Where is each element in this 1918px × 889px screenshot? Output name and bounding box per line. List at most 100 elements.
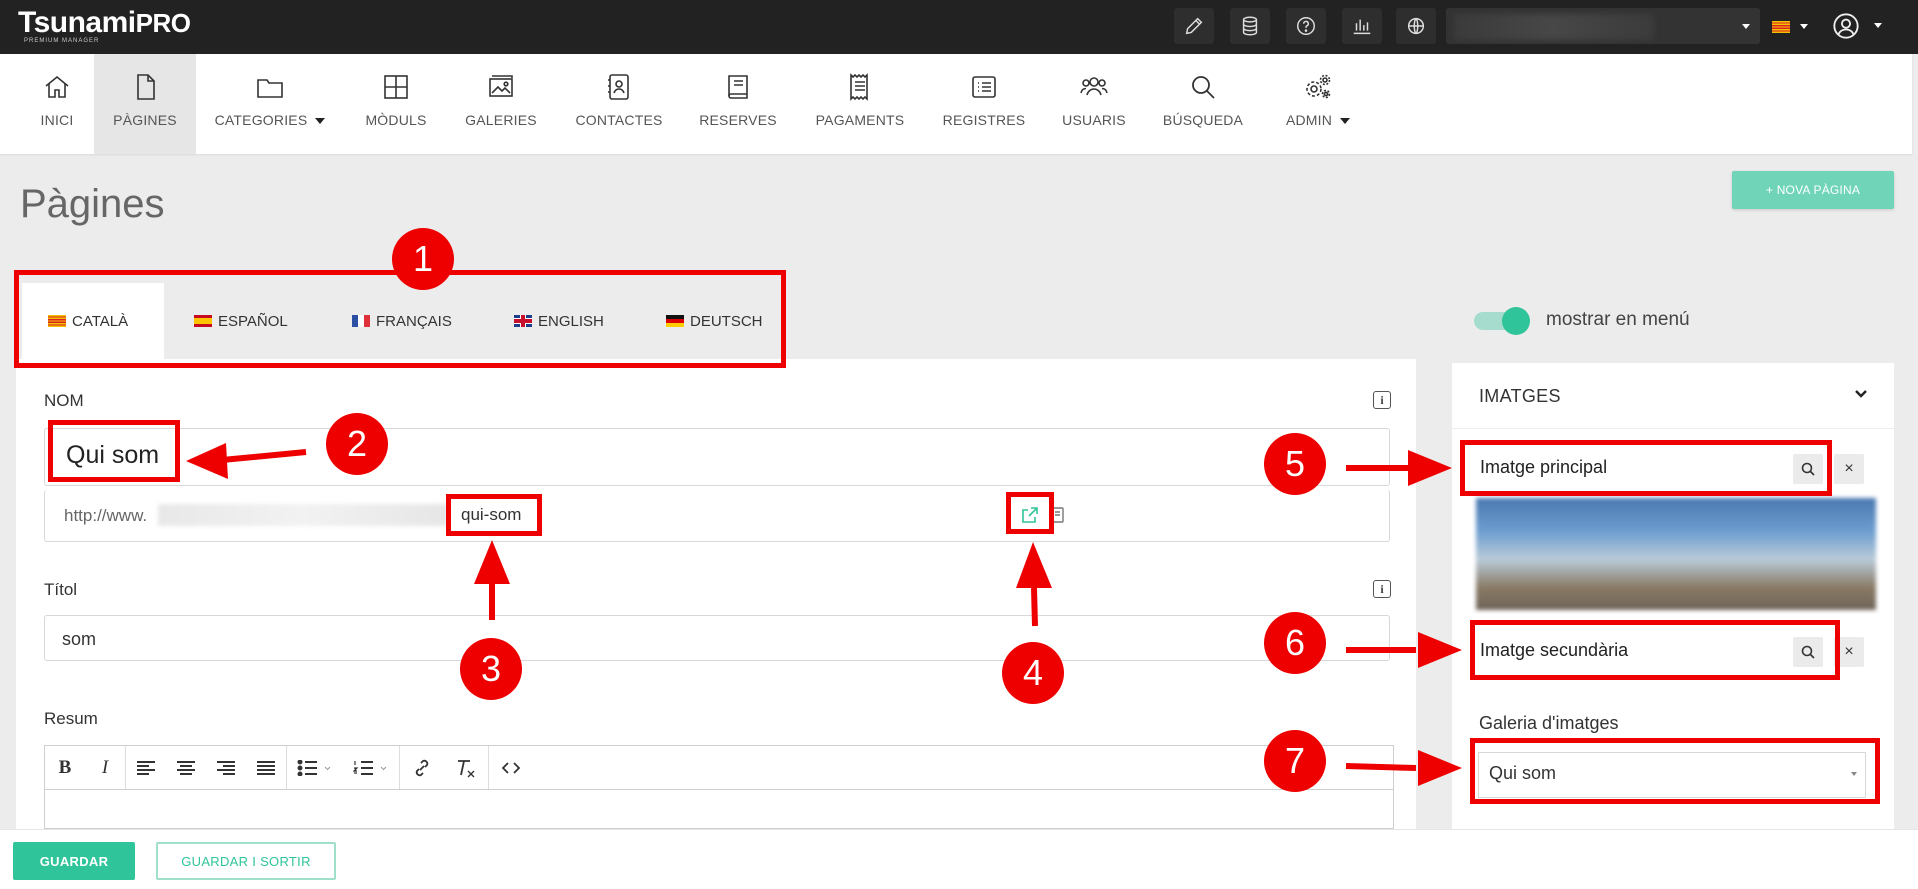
help-button[interactable] bbox=[1286, 8, 1326, 44]
chevron-down-icon bbox=[315, 118, 326, 125]
language-menu[interactable] bbox=[1772, 20, 1808, 38]
annotation-marker-4: 4 bbox=[1002, 642, 1064, 704]
chevron-down-icon bbox=[1742, 24, 1750, 29]
nav-item-usuaris[interactable]: USUARIS bbox=[1054, 54, 1134, 154]
nav-item-galeries[interactable]: GALERIES bbox=[460, 54, 542, 154]
info-icon[interactable]: i bbox=[1373, 580, 1391, 598]
clear-format-button[interactable] bbox=[444, 746, 488, 790]
show-in-menu-label: mostrar en menú bbox=[1546, 309, 1690, 330]
titol-label: Títol bbox=[44, 580, 78, 599]
justify-button[interactable] bbox=[246, 746, 286, 790]
chevron-down-icon[interactable] bbox=[1853, 386, 1869, 402]
nav-label: GALERIES bbox=[465, 112, 537, 128]
align-center-icon bbox=[177, 760, 195, 775]
justify-icon bbox=[257, 760, 275, 775]
italic-button[interactable]: I bbox=[85, 746, 125, 790]
home-icon bbox=[45, 75, 69, 98]
user-menu[interactable] bbox=[1832, 12, 1882, 42]
url-domain-blurred bbox=[158, 504, 448, 526]
close-icon: × bbox=[1844, 460, 1854, 477]
align-right-button[interactable] bbox=[206, 746, 246, 790]
book-icon bbox=[728, 75, 748, 99]
save-and-exit-button[interactable]: GUARDAR I SORTIR bbox=[156, 842, 336, 880]
show-in-menu-toggle[interactable] bbox=[1474, 307, 1530, 335]
main-image-remove-button[interactable]: × bbox=[1834, 454, 1864, 484]
resum-editor[interactable] bbox=[44, 789, 1394, 829]
source-code-button[interactable] bbox=[489, 746, 533, 790]
modules-icon bbox=[384, 75, 408, 99]
database-button[interactable] bbox=[1230, 8, 1270, 44]
nav-label: ADMIN bbox=[1285, 112, 1333, 128]
users-icon bbox=[1080, 77, 1108, 96]
contacts-icon bbox=[608, 74, 629, 100]
nav-label: REGISTRES bbox=[942, 112, 1026, 128]
nav-label-with-caret: ADMIN bbox=[1285, 112, 1351, 128]
nav-item-busqueda[interactable]: BÚSQUEDA bbox=[1162, 54, 1244, 154]
info-icon[interactable]: i bbox=[1373, 391, 1391, 409]
nav-item-moduls[interactable]: MÒDULS bbox=[356, 54, 436, 154]
nav-item-pagaments[interactable]: PAGAMENTS bbox=[812, 54, 908, 154]
annotation-box-external-link bbox=[1006, 492, 1054, 534]
nav-item-categories[interactable]: CATEGORIES bbox=[210, 54, 330, 154]
bullet-list-button[interactable] bbox=[287, 746, 343, 790]
annotation-box-language-tabs bbox=[14, 270, 786, 368]
logo-pro-text: PRO bbox=[135, 8, 191, 38]
main-image-thumbnail[interactable] bbox=[1476, 498, 1876, 610]
bullet-list-icon bbox=[297, 759, 331, 776]
search-icon bbox=[1192, 76, 1215, 99]
new-page-button[interactable]: + NOVA PÀGINA bbox=[1732, 171, 1894, 209]
stats-icon bbox=[1353, 19, 1371, 35]
save-button[interactable]: GUARDAR bbox=[13, 842, 135, 880]
numbered-list-icon bbox=[353, 760, 387, 775]
chevron-down-icon bbox=[1874, 23, 1882, 28]
nav-item-inici[interactable]: INICI bbox=[24, 54, 90, 154]
link-button[interactable] bbox=[400, 746, 444, 790]
align-left-button[interactable] bbox=[126, 746, 166, 790]
gallery-label: Galeria d'imatges bbox=[1479, 713, 1619, 733]
align-left-icon bbox=[137, 760, 155, 775]
align-right-icon bbox=[217, 760, 235, 775]
nom-input[interactable] bbox=[44, 428, 1390, 486]
nav-item-pagines[interactable]: PÀGINES bbox=[94, 54, 196, 154]
code-icon bbox=[502, 761, 520, 774]
annotation-marker-5: 5 bbox=[1264, 433, 1326, 495]
nav-label: PAGAMENTS bbox=[815, 112, 905, 128]
receipt-icon bbox=[850, 73, 868, 101]
bold-icon: B bbox=[58, 756, 72, 778]
annotation-box-secondary-image bbox=[1470, 620, 1840, 680]
nav-item-contactes[interactable]: CONTACTES bbox=[570, 54, 668, 154]
stats-button[interactable] bbox=[1342, 8, 1382, 44]
align-center-button[interactable] bbox=[166, 746, 206, 790]
annotation-box-nom bbox=[48, 420, 180, 482]
help-icon bbox=[1297, 17, 1315, 35]
editor-toolbar: B I bbox=[44, 745, 1394, 790]
page-title: Pàgines bbox=[20, 182, 165, 226]
nav-label: INICI bbox=[40, 112, 74, 128]
titol-input[interactable] bbox=[44, 615, 1390, 661]
nav-item-registres[interactable]: REGISTRES bbox=[938, 54, 1030, 154]
nav-label: USUARIS bbox=[1062, 112, 1126, 128]
nav-label: RESERVES bbox=[699, 112, 777, 128]
nav-label: MÒDULS bbox=[365, 112, 427, 128]
globe-button[interactable] bbox=[1396, 8, 1436, 44]
site-select-value-blurred bbox=[1454, 14, 1654, 40]
site-select[interactable] bbox=[1446, 8, 1760, 44]
nom-label: NOM bbox=[44, 391, 84, 410]
nav-label: CATEGORIES bbox=[214, 112, 308, 128]
bold-button[interactable]: B bbox=[45, 746, 85, 790]
annotation-box-gallery bbox=[1470, 738, 1880, 804]
user-avatar-icon bbox=[1833, 13, 1859, 39]
catalan-flag-icon bbox=[1772, 21, 1790, 33]
annotation-marker-3: 3 bbox=[460, 638, 522, 700]
annotation-box-url-slug bbox=[446, 494, 542, 536]
main-nav: INICI PÀGINES CATEGORIES MÒDULS GALERIES… bbox=[0, 54, 1912, 154]
chevron-down-icon bbox=[1800, 24, 1808, 29]
chevron-down-icon bbox=[1340, 118, 1351, 125]
numbered-list-button[interactable] bbox=[343, 746, 399, 790]
nav-item-admin[interactable]: ADMIN bbox=[1276, 54, 1360, 154]
nav-item-reserves[interactable]: RESERVES bbox=[696, 54, 780, 154]
link-icon bbox=[415, 759, 429, 776]
top-bar: TsunamiPRO PREMIUM MANAGER bbox=[0, 0, 1918, 54]
logo[interactable]: TsunamiPRO bbox=[18, 6, 191, 40]
pencil-button[interactable] bbox=[1174, 8, 1214, 44]
